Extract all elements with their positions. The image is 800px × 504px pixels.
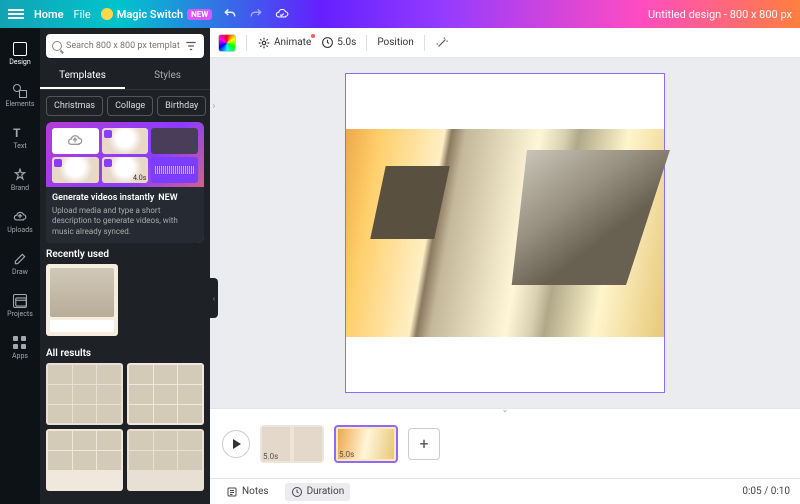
video-card-desc: Upload media and type a short descriptio… — [52, 206, 198, 237]
animate-button[interactable]: Animate — [257, 36, 311, 50]
magic-switch-button[interactable]: Magic Switch NEW — [101, 8, 213, 21]
new-badge: NEW — [187, 9, 212, 20]
tab-templates[interactable]: Templates — [40, 64, 125, 89]
bottom-bar: Notes Duration 0:05 / 0:10 — [210, 478, 800, 504]
search-icon — [52, 41, 62, 51]
video-card-title: Generate videos instantly — [52, 193, 154, 203]
category-chips: Christmas Collage Birthday › — [40, 90, 210, 122]
add-page-button[interactable]: + — [408, 428, 440, 460]
video-thumb — [52, 157, 99, 183]
chip-christmas[interactable]: Christmas — [46, 96, 103, 116]
rail-draw[interactable]: Draw — [0, 244, 40, 284]
recently-used-heading: Recently used — [46, 249, 204, 260]
filter-icon[interactable] — [184, 39, 198, 53]
video-thumb: 4.0s — [102, 157, 149, 183]
template-thumb[interactable] — [127, 429, 204, 491]
template-thumb[interactable] — [46, 429, 123, 491]
rail-text[interactable]: TText — [0, 118, 40, 158]
rail-design[interactable]: Design — [0, 34, 40, 74]
cloud-sync-icon[interactable] — [274, 6, 290, 22]
panel-collapse-handle[interactable]: ‹ — [210, 278, 218, 318]
all-results-heading: All results — [46, 348, 204, 359]
play-button[interactable] — [222, 430, 250, 458]
upload-icon — [52, 128, 99, 154]
template-thumb[interactable] — [127, 363, 204, 425]
rail-brand[interactable]: Brand — [0, 160, 40, 200]
canvas-toolbar: Animate 5.0s Position — [210, 28, 800, 58]
sparkle-icon — [101, 8, 113, 20]
audio-wave-icon — [151, 157, 198, 183]
notes-button[interactable]: Notes — [220, 483, 275, 501]
file-menu[interactable]: File — [74, 8, 91, 21]
chip-collage[interactable]: Collage — [107, 96, 153, 116]
search-input[interactable] — [46, 34, 204, 58]
canvas-image[interactable] — [346, 129, 664, 337]
chip-birthday[interactable]: Birthday — [157, 96, 206, 116]
duration-button[interactable]: 5.0s — [321, 36, 356, 49]
tab-styles[interactable]: Styles — [125, 64, 210, 89]
duration-toggle[interactable]: Duration — [285, 483, 351, 501]
canvas-viewport[interactable] — [210, 58, 800, 408]
search-field[interactable] — [66, 41, 180, 51]
rail-apps[interactable]: Apps — [0, 328, 40, 368]
left-rail: Design Elements TText Brand Uploads Draw… — [0, 28, 40, 504]
hamburger-icon[interactable] — [8, 9, 24, 19]
rail-uploads[interactable]: Uploads — [0, 202, 40, 242]
artboard[interactable] — [345, 73, 665, 393]
rail-projects[interactable]: Projects — [0, 286, 40, 326]
canvas-area: Animate 5.0s Position ⌄ 5.0s 5.0s + Note… — [210, 28, 800, 504]
redo-icon[interactable] — [248, 6, 264, 22]
timeline-clip[interactable]: 5.0s — [260, 425, 324, 463]
position-button[interactable]: Position — [377, 37, 413, 48]
time-display: 0:05 / 0:10 — [742, 486, 790, 497]
topbar: Home File Magic Switch NEW Untitled desi… — [0, 0, 800, 28]
template-thumb[interactable] — [46, 264, 118, 336]
home-link[interactable]: Home — [34, 8, 64, 21]
template-thumb[interactable] — [46, 363, 123, 425]
chevron-right-icon[interactable]: › — [210, 101, 217, 112]
document-title[interactable]: Untitled design - 800 x 800 px — [648, 8, 792, 21]
panel-tabs: Templates Styles — [40, 64, 210, 90]
wand-icon[interactable] — [435, 36, 449, 50]
new-badge: NEW — [158, 193, 177, 203]
color-swatch[interactable] — [218, 34, 236, 52]
side-panel: ‹ Templates Styles Christmas Collage Bir… — [40, 28, 210, 504]
notification-dot-icon — [311, 34, 315, 38]
timeline-handle-icon[interactable]: ⌄ — [485, 405, 525, 413]
video-thumb — [151, 128, 198, 154]
timeline-clip-selected[interactable]: 5.0s — [334, 425, 398, 463]
magic-switch-label: Magic Switch — [117, 8, 183, 21]
video-thumb — [102, 128, 149, 154]
timeline: ⌄ 5.0s 5.0s + — [210, 408, 800, 478]
rail-elements[interactable]: Elements — [0, 76, 40, 116]
generate-video-card[interactable]: 4.0s Generate videos instantly NEW Upload… — [46, 122, 204, 243]
undo-icon[interactable] — [222, 6, 238, 22]
